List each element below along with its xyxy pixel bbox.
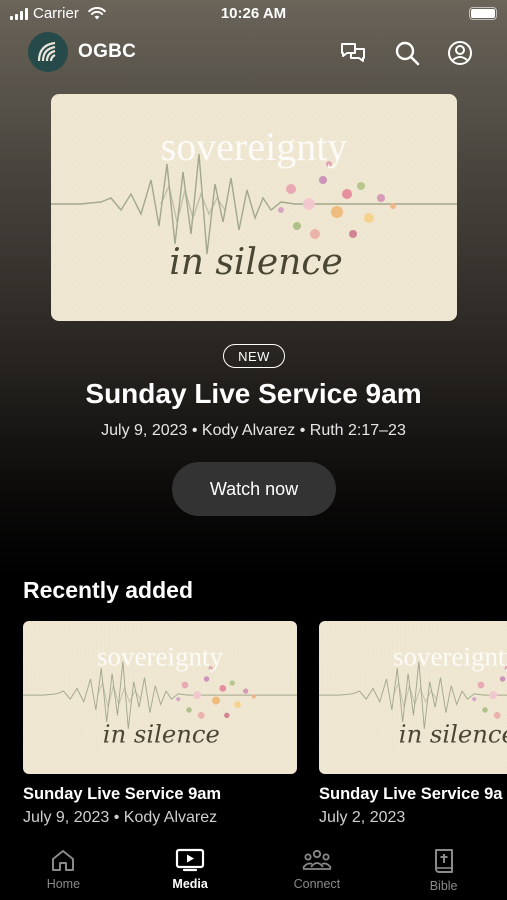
sermon-artwork: sovereignty in silence [51,94,457,321]
tab-bar: Home Media Connect Bible [0,840,507,900]
media-card[interactable]: sovereignty in silence Sunday Live Servi… [23,621,297,827]
art-title-text: sovereignty [97,642,223,672]
art-title-text: sovereignty [393,642,507,672]
media-icon [176,848,205,872]
tab-bible-label: Bible [429,879,458,893]
messages-button[interactable] [338,38,368,68]
status-time: 10:26 AM [220,5,287,22]
media-card[interactable]: sovereignty in silence Sunday Live Servi… [319,621,507,827]
sermon-artwork: sovereignty in silence [23,621,297,774]
battery-icon [469,7,497,20]
chat-bubbles-icon [341,43,365,62]
media-card-meta: July 9, 2023 • Kody Alvarez [23,809,218,826]
media-card-title: Sunday Live Service 9am [23,785,222,803]
tab-media-label: Media [172,877,208,891]
app-header: OGBC [0,32,507,74]
profile-button[interactable] [445,38,475,68]
art-title-text: sovereignty [161,124,348,169]
brand-name: OGBC [78,41,137,62]
media-card-title: Sunday Live Service 9a [319,785,503,803]
hero-meta: July 9, 2023 • Kody Alvarez • Ruth 2:17–… [101,422,406,439]
sermon-artwork: sovereignty in silence [319,621,507,774]
tab-media[interactable]: Media [127,840,254,900]
bible-icon [434,849,453,873]
home-icon [52,850,75,871]
media-thumbnail: sovereignty in silence [319,621,507,774]
hero-title: Sunday Live Service 9am [85,378,422,409]
tab-home[interactable]: Home [0,840,127,900]
tab-home-label: Home [46,877,81,891]
tab-bible[interactable]: Bible [380,840,507,900]
recently-added-heading: Recently added [23,577,193,603]
media-card-meta: July 2, 2023 [319,809,406,826]
church-logo[interactable] [28,32,68,72]
status-bar: Carrier 10:26 AM [0,0,507,30]
search-button[interactable] [392,38,422,68]
new-badge: NEW [223,344,285,368]
search-icon [395,41,420,66]
connect-icon [302,849,332,870]
tab-connect-label: Connect [293,877,341,891]
user-icon [448,41,472,65]
logo-mark-icon [37,41,56,62]
art-subtitle-text: in silence [169,242,343,283]
media-thumbnail: sovereignty in silence [23,621,297,774]
tab-connect[interactable]: Connect [254,840,381,900]
watch-now-button[interactable]: Watch now [172,462,336,516]
art-subtitle-text: in silence [103,719,220,748]
art-subtitle-text: in silence [399,719,507,748]
hero-artwork[interactable]: sovereignty in silence [51,94,457,321]
app-screen: Carrier 10:26 AM OGBC sovereignty in sil… [0,0,507,900]
